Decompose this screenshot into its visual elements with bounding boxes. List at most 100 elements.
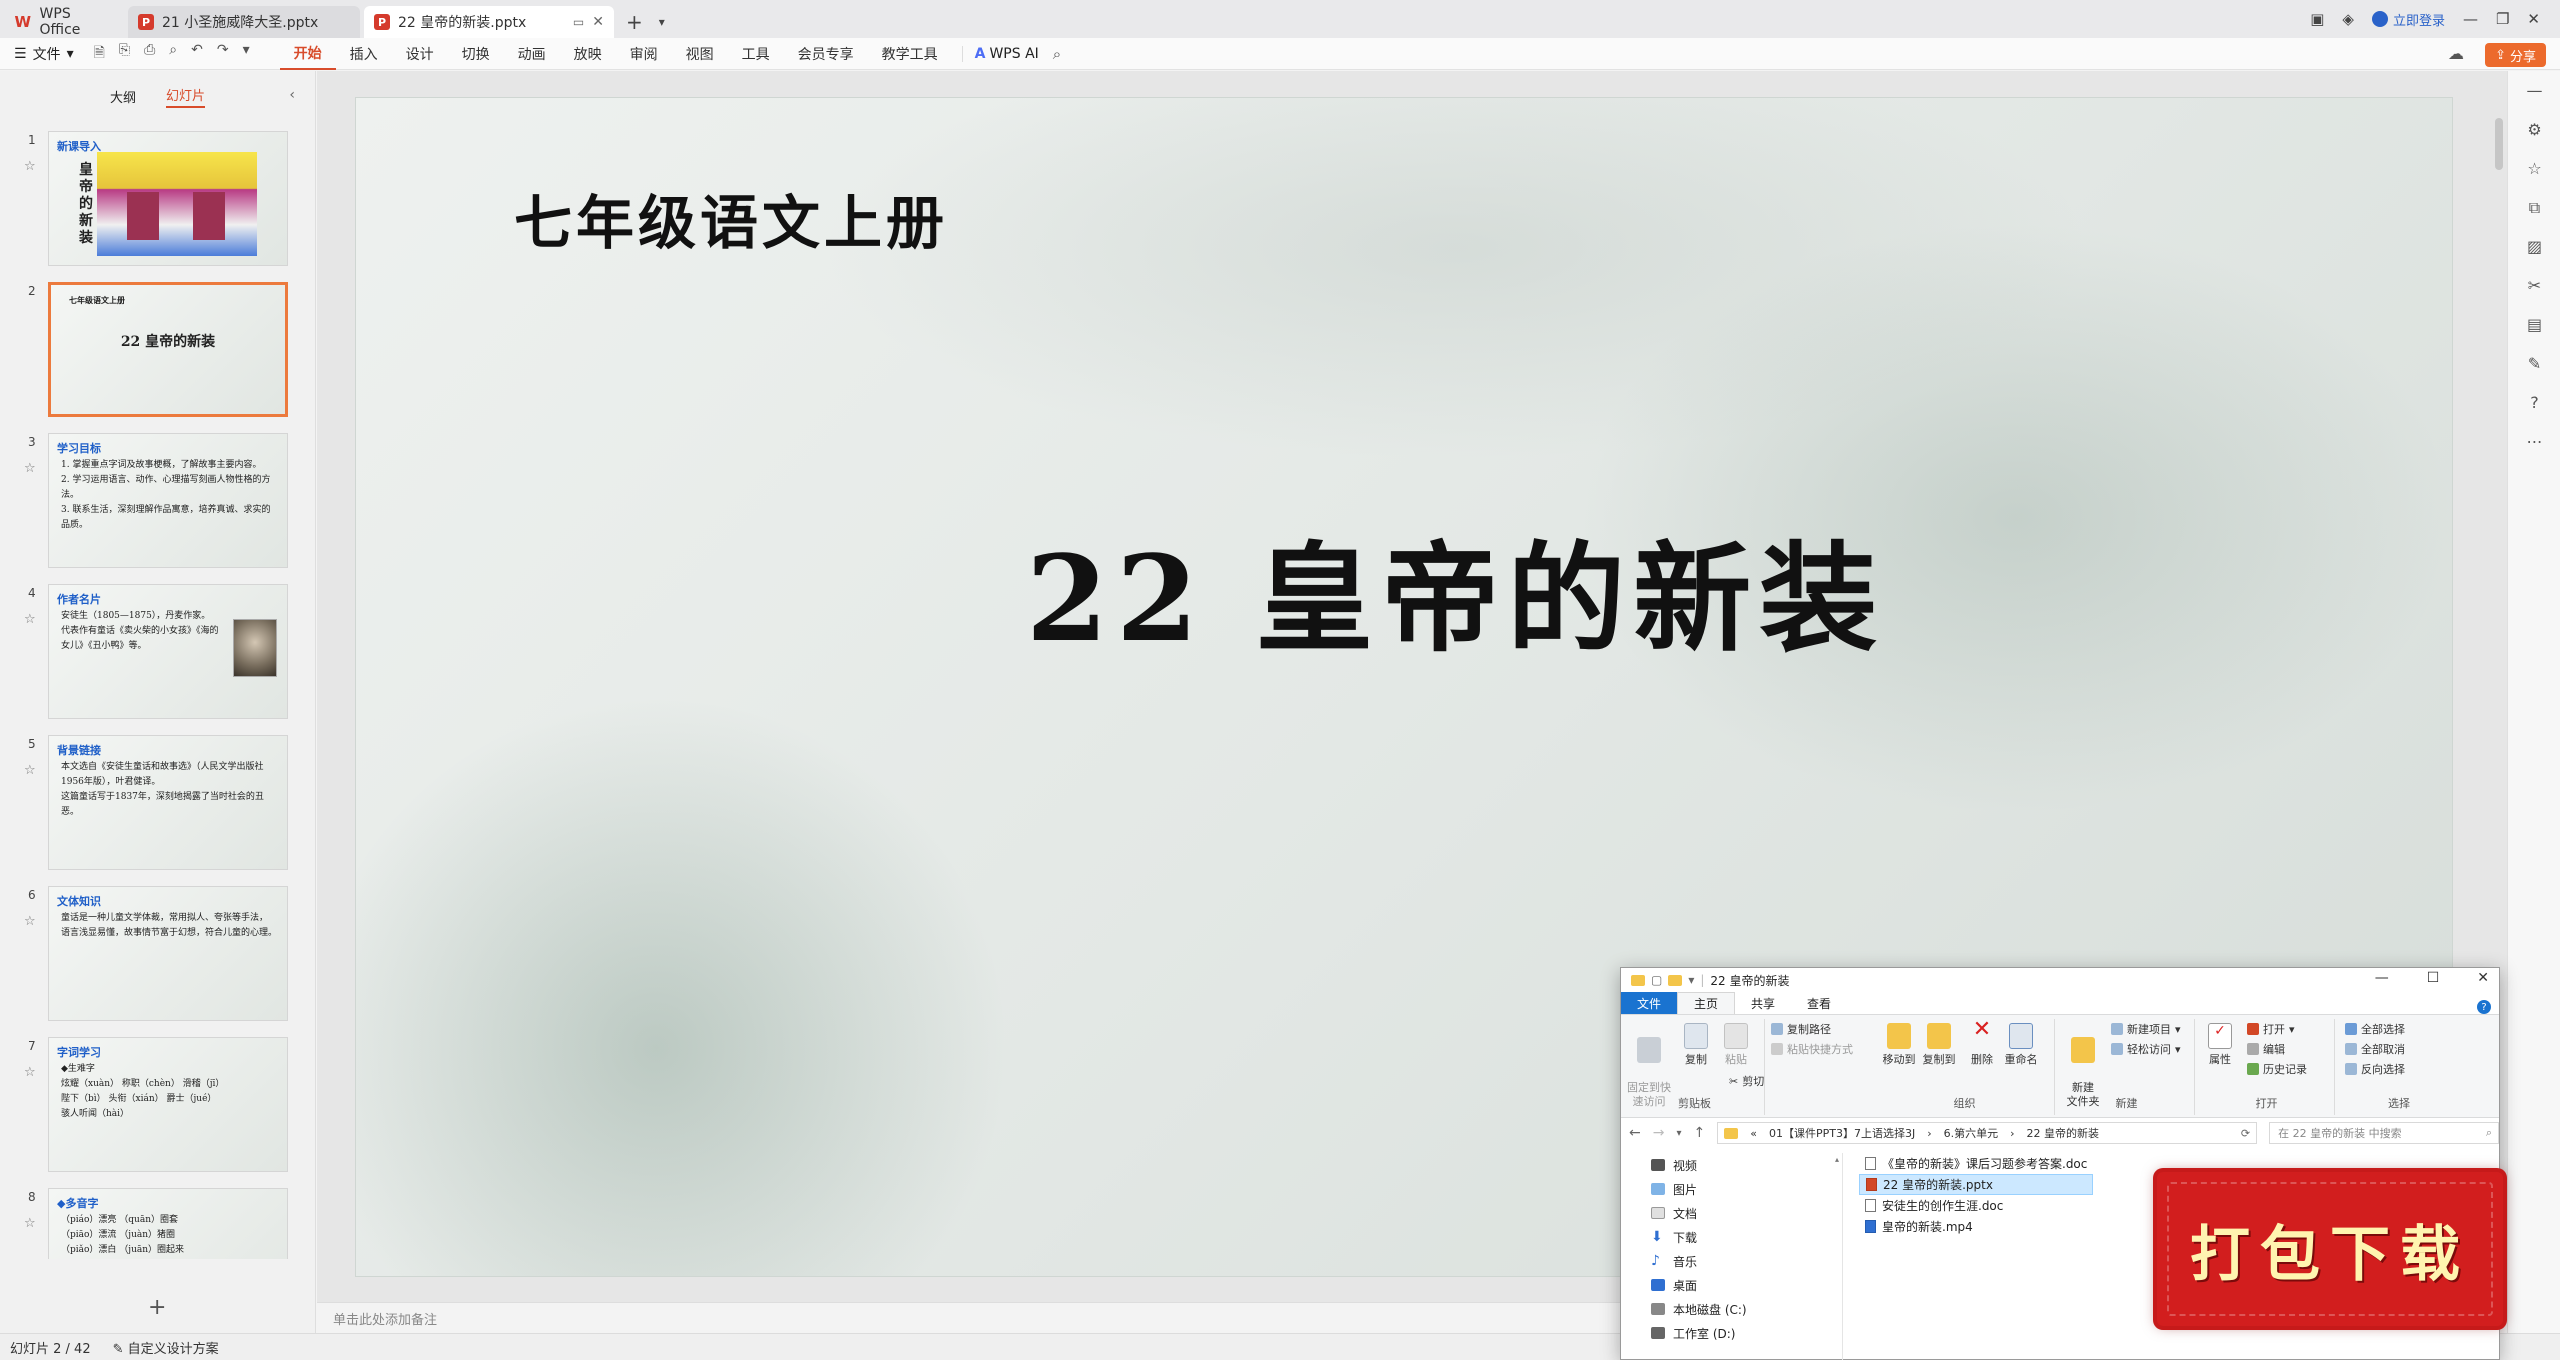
tab-transition[interactable]: 切换 [448,38,504,70]
file-item[interactable]: 《皇帝的新装》课后习题参考答案.doc [1859,1153,2093,1174]
tab-member[interactable]: 会员专享 [784,38,868,70]
design-scheme-button[interactable]: ✎ 自定义设计方案 [113,1338,219,1357]
slide-thumbnail-8[interactable]: ◆多音字 （piáo）漂亮 （quān）圈套 （piāo）漂流 （juàn）猪圈… [48,1188,288,1259]
maximize-icon[interactable]: ☐ [2427,970,2440,986]
star-icon[interactable]: ☆ [24,461,36,476]
tree-scrollbar[interactable]: ▴ [1833,1153,1841,1360]
refresh-icon[interactable]: ⟳ [2241,1127,2256,1140]
tree-item-drive-d[interactable]: 工作室 (D:) [1621,1321,1842,1345]
history-button[interactable]: 历史记录 [2247,1061,2307,1077]
tree-item-downloads[interactable]: ⬇ 下载 [1621,1225,1842,1249]
properties-button[interactable]: ✓ 属性 [2205,1023,2235,1067]
wps-ai-button[interactable]: A WPS AI [961,45,1039,62]
sliders-icon[interactable]: ⚙ [2508,110,2560,149]
tab-insert[interactable]: 插入 [336,38,392,70]
recent-dropdown-icon[interactable]: ▾ [1676,1128,1681,1139]
star-icon[interactable]: ☆ [2508,149,2560,188]
dropdown-icon[interactable]: ▾ [1688,973,1694,987]
tab-slides[interactable]: 幻灯片 [166,85,206,108]
easy-access-button[interactable]: 轻松访问 ▾ [2111,1041,2181,1057]
slide-thumbnail-6[interactable]: 文体知识 童话是一种儿童文学体裁，常用拟人、夸张等手法， 语言浅显易懂，故事情节… [48,886,288,1021]
minus-icon[interactable]: — [2508,71,2560,110]
slide-thumbnail-4[interactable]: 作者名片 安徒生（1805—1875），丹麦作家。 代表作有童话《卖火柴的小女孩… [48,584,288,719]
copy-button[interactable]: 复制 [1681,1023,1711,1067]
back-icon[interactable]: ← [1629,1125,1641,1141]
close-tab-icon[interactable]: ✕ [592,14,604,30]
help-icon[interactable]: ? [2477,1000,2491,1014]
file-menu[interactable]: ☰ 文件 ▾ [14,44,74,64]
file-item[interactable]: 安徒生的创作生涯.doc [1859,1195,2093,1216]
tab-animation[interactable]: 动画 [504,38,560,70]
star-icon[interactable]: ☆ [24,763,36,778]
help-icon[interactable]: ? [2508,383,2560,422]
vertical-scrollbar[interactable] [2495,118,2503,170]
book-icon[interactable]: ▤ [2508,305,2560,344]
tab-view[interactable]: 视图 [672,38,728,70]
tab-design[interactable]: 设计 [392,38,448,70]
paste-shortcut-button[interactable]: 粘贴快捷方式 [1771,1041,1853,1057]
slide-subtitle[interactable]: 七年级语文上册 [514,176,948,260]
export-icon[interactable]: ⎘ [119,42,130,66]
open-button[interactable]: 打开 ▾ [2247,1021,2295,1037]
tab-home[interactable]: 主页 [1677,992,1736,1014]
tab-document-21[interactable]: P 21 小圣施威降大圣.pptx [128,6,360,38]
more-icon[interactable]: ▾ [243,42,250,66]
new-tab-button[interactable]: + [618,6,651,38]
close-icon[interactable]: ✕ [2527,10,2540,28]
tree-item-drive-c[interactable]: 本地磁盘 (C:) [1621,1297,1842,1321]
breadcrumb-item[interactable]: 22 皇帝的新装 [2027,1125,2100,1141]
tree-item-videos[interactable]: 视频 [1621,1153,1842,1177]
image-icon[interactable]: ▨ [2508,227,2560,266]
delete-button[interactable]: ✕ 删除 [1967,1019,1997,1067]
search-field[interactable]: 在 22 皇帝的新装 中搜索 ⌕ [2269,1122,2500,1144]
invert-selection-button[interactable]: 反向选择 [2345,1061,2405,1077]
tab-share[interactable]: 共享 [1735,992,1791,1014]
address-bar[interactable]: « 01【课件PPT3】7上语选择3J › 6.第六单元 › 22 皇帝的新装 … [1717,1122,2258,1144]
star-icon[interactable]: ☆ [24,1216,36,1231]
close-icon[interactable]: ✕ [2477,970,2489,986]
up-icon[interactable]: ↑ [1694,1125,1706,1141]
slide-thumbnail-2[interactable]: 七年级语文上册 22 皇帝的新装 [48,282,288,417]
paste-button[interactable]: 粘贴 [1721,1023,1751,1067]
tab-wps-home[interactable]: W WPS Office [4,6,124,38]
tab-slideshow[interactable]: 放映 [560,38,616,70]
star-icon[interactable]: ☆ [24,159,36,174]
star-icon[interactable]: ☆ [24,914,36,929]
tab-view[interactable]: 查看 [1791,992,1847,1014]
tab-outline[interactable]: 大纲 [110,87,136,106]
new-item-button[interactable]: 新建项目 ▾ [2111,1021,2181,1037]
slide-thumbnail-5[interactable]: 背景链接 本文选自《安徒生童话和故事选》（人民文学出版社1956年版），叶君健译… [48,735,288,870]
edit-button[interactable]: 编辑 [2247,1041,2285,1057]
share-button[interactable]: ⇪ 分享 [2485,43,2546,67]
file-item[interactable]: 皇帝的新装.mp4 [1859,1216,2093,1237]
tree-item-music[interactable]: ♪ 音乐 [1621,1249,1842,1273]
slide-thumbnail-1[interactable]: 新课导入 皇帝的新装 [48,131,288,266]
tree-item-documents[interactable]: 文档 [1621,1201,1842,1225]
tab-teaching-tools[interactable]: 教学工具 [868,38,952,70]
cube-icon[interactable]: ◈ [2342,10,2354,28]
more-icon[interactable]: ⋯ [2508,422,2560,461]
copy-path-button[interactable]: 复制路径 [1771,1021,1831,1037]
print-preview-icon[interactable]: ⌕ [169,42,177,66]
tab-document-22[interactable]: P 22 皇帝的新装.pptx ▭ ✕ [364,6,614,38]
select-none-button[interactable]: 全部取消 [2345,1041,2405,1057]
minimize-icon[interactable]: — [2463,10,2478,28]
properties-icon[interactable]: ▢ [1651,973,1662,987]
add-slide-button[interactable]: + [148,1295,166,1320]
copy-icon[interactable]: ⧉ [2508,188,2560,227]
download-stamp[interactable]: 打包下载 [2157,1172,2503,1326]
breadcrumb-item[interactable]: 01【课件PPT3】7上语选择3J [1769,1125,1915,1141]
star-icon[interactable]: ☆ [24,1065,36,1080]
scroll-up-icon[interactable]: ▴ [1833,1155,1841,1164]
new-folder-icon[interactable] [1668,974,1683,986]
cloud-sync-icon[interactable]: ☁ [2448,44,2464,63]
rename-button[interactable]: 重命名 [2001,1023,2041,1067]
select-all-button[interactable]: 全部选择 [2345,1021,2405,1037]
star-icon[interactable]: ☆ [24,612,36,627]
tools-icon[interactable]: ✂ [2508,266,2560,305]
save-icon[interactable]: 🗎 [94,42,105,66]
collapse-pane-icon[interactable]: ‹ [289,87,295,103]
forward-icon[interactable]: → [1653,1125,1665,1141]
layout-icon[interactable]: ▣ [2310,10,2324,28]
cut-button[interactable]: ✂ 剪切 [1729,1073,1764,1089]
